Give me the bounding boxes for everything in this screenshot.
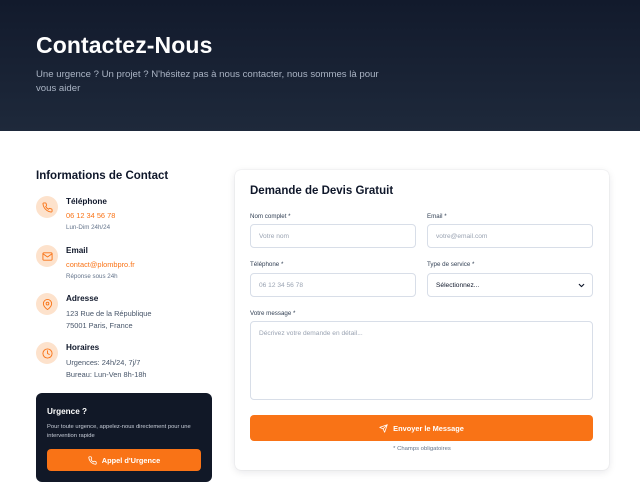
urgency-title: Urgence ? (47, 407, 88, 416)
page-subtitle: Une urgence ? Un projet ? N'hésitez pas … (36, 69, 379, 94)
emergency-call-label: Appel d'Urgence (101, 455, 161, 465)
service-select[interactable]: Sélectionnez... (427, 273, 593, 297)
chevron-down-icon (578, 283, 585, 288)
info-label-phone: Téléphone (66, 197, 107, 206)
info-label-hours: Horaires (66, 343, 100, 352)
page-title: Contactez-Nous (36, 32, 213, 58)
name-label: Nom complet * (250, 213, 291, 220)
phone-placeholder: 06 12 34 56 78 (259, 281, 303, 289)
map-pin-icon (36, 293, 58, 315)
message-placeholder: Décrivez votre demande en détail... (259, 330, 363, 337)
send-icon (379, 423, 388, 433)
phone-input[interactable]: 06 12 34 56 78 (250, 273, 416, 297)
hero-banner: Contactez-Nous Une urgence ? Un projet ?… (0, 0, 640, 131)
phone-icon (36, 196, 58, 218)
form-title: Demande de Devis Gratuit (250, 185, 394, 197)
email-placeholder: votre@email.com (436, 232, 488, 240)
address-street: 123 Rue de la République (66, 309, 152, 318)
submit-label: Envoyer le Message (393, 423, 464, 433)
urgency-card: Urgence ? Pour toute urgence, appelez-no… (36, 393, 212, 482)
quote-form-card: Demande de Devis Gratuit Nom complet * V… (235, 170, 609, 470)
mail-icon (36, 245, 58, 267)
email-link[interactable]: contact@plombpro.fr (66, 260, 135, 269)
name-input[interactable]: Votre nom (250, 224, 416, 248)
phone-label: Téléphone * (250, 261, 284, 268)
address-city: 75001 Paris, France (66, 321, 133, 330)
service-selected-value: Sélectionnez... (436, 281, 480, 289)
email-label: Email * (427, 213, 447, 220)
message-textarea[interactable]: Décrivez votre demande en détail... (250, 321, 593, 400)
info-label-email: Email (66, 246, 88, 255)
emergency-call-button[interactable]: Appel d'Urgence (47, 449, 201, 471)
phone-hours: Lun-Dim 24h/24 (66, 224, 111, 231)
submit-button[interactable]: Envoyer le Message (250, 415, 593, 441)
message-label: Votre message * (250, 310, 296, 317)
phone-number-link[interactable]: 06 12 34 56 78 (66, 211, 115, 220)
email-input[interactable]: votre@email.com (427, 224, 593, 248)
urgency-text: Pour toute urgence, appelez-nous directe… (47, 424, 191, 439)
hours-emergency: Urgences: 24h/24, 7j/7 (66, 358, 141, 367)
info-label-address: Adresse (66, 294, 99, 303)
clock-icon (36, 342, 58, 364)
contact-info-title: Informations de Contact (36, 170, 169, 182)
required-fields-note: * Champs obligatoires (393, 446, 451, 452)
name-placeholder: Votre nom (259, 232, 290, 240)
service-label: Type de service * (427, 261, 475, 268)
phone-icon (88, 455, 97, 465)
email-response-time: Réponse sous 24h (66, 273, 118, 280)
hours-office: Bureau: Lun-Ven 8h-18h (66, 370, 147, 379)
